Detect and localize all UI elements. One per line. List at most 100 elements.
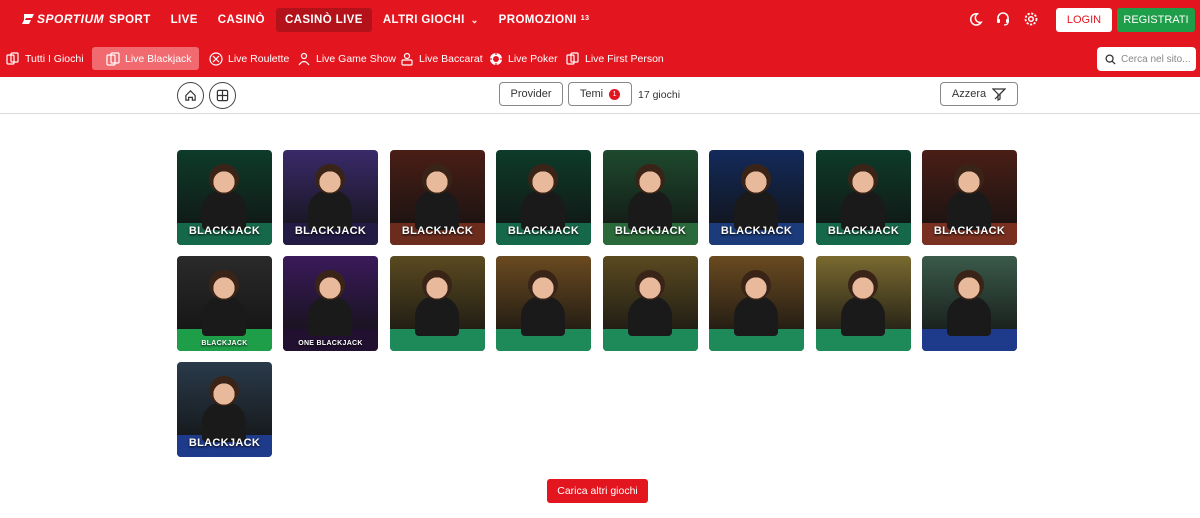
game-title: BLACKJACK [294,225,367,237]
game-tile[interactable] [390,256,485,351]
themes-filter-button[interactable]: Temi 1 [568,82,632,106]
game-tile[interactable] [709,256,804,351]
sportium-logo[interactable]: SPORTIUM [22,12,104,26]
game-tile[interactable]: BLACKJACK [177,150,272,245]
game-tile[interactable]: BLACKJACK [177,256,272,351]
game-title: ONE BLACKJACK [298,340,363,347]
dealer-body [308,190,352,230]
game-tile[interactable]: BLACKJACK [816,150,911,245]
nav-label: CASINÒ LIVE [284,14,363,26]
category-live-poker[interactable]: Live Poker [483,47,564,70]
grid-icon [216,89,229,102]
category-label: Tutti I Giochi [25,52,84,65]
top-icons [966,10,1040,28]
game-title: BLACKJACK [188,225,261,237]
game-tile[interactable]: BLACKJACK [177,362,272,457]
game-tile[interactable] [496,256,591,351]
nav-altri-giochi[interactable]: ALTRI GIOCHI ⌄ [374,8,488,32]
main-nav: SPORT LIVE CASINÒ CASINÒ LIVE ALTRI GIOC… [100,0,600,40]
nav-label: LIVE [170,14,198,26]
dealer-body [628,296,672,336]
category-live-blackjack[interactable]: Live Blackjack [92,47,199,70]
dealer-body [521,190,565,230]
settings-icon[interactable] [1022,10,1040,28]
game-tile[interactable] [816,256,911,351]
load-more-button[interactable]: Carica altri giochi [547,479,648,503]
dealer-avatar [635,164,665,194]
themes-count-badge: 1 [609,88,621,100]
nav-casino-live[interactable]: CASINÒ LIVE [275,8,372,32]
provider-filter-button[interactable]: Provider [499,82,563,106]
dealer-body [734,296,778,336]
dealer-avatar [848,270,878,300]
category-live-roulette[interactable]: Live Roulette [203,47,295,70]
dealer-body [841,296,885,336]
game-tile[interactable] [603,256,698,351]
game-tile[interactable]: ONE BLACKJACK [283,256,378,351]
dealer-body [521,296,565,336]
logo-text: SPORTIUM [37,12,105,26]
home-button[interactable] [177,82,204,109]
game-tile[interactable] [922,256,1017,351]
dealer-avatar [635,270,665,300]
category-label: Live Baccarat [419,52,483,65]
headset-icon[interactable] [994,10,1012,28]
dealer-body [202,402,246,442]
nav-casino[interactable]: CASINÒ [209,8,274,32]
dealer-avatar [209,164,239,194]
grid-view-button[interactable] [209,82,236,109]
nav-live[interactable]: LIVE [162,8,207,32]
game-tile[interactable]: BLACKJACK [390,150,485,245]
dealer-avatar [422,270,452,300]
category-tutti-i-giochi[interactable]: Tutti I Giochi [0,47,90,70]
dealer-avatar [315,270,345,300]
site-search[interactable] [1097,47,1196,71]
dealer-body [202,296,246,336]
category-live-game-show[interactable]: Live Game Show [291,47,402,70]
game-tile[interactable]: BLACKJACK [283,150,378,245]
dealer-avatar [741,164,771,194]
game-tile[interactable]: BLACKJACK [603,150,698,245]
dealer-avatar [954,164,984,194]
nav-label: PROMOZIONI [498,14,577,26]
dealer-body [308,296,352,336]
dealer-avatar [422,164,452,194]
game-tile[interactable]: BLACKJACK [922,150,1017,245]
category-label: Live First Person [585,52,664,65]
dealer-avatar [209,270,239,300]
nav-label: CASINÒ [217,14,265,26]
category-live-baccarat[interactable]: Live Baccarat [394,47,489,70]
register-button[interactable]: REGISTRATI [1117,8,1195,32]
game-tile[interactable]: BLACKJACK [709,150,804,245]
moon-icon[interactable] [966,10,984,28]
dealer-body [841,190,885,230]
game-title: BLACKJACK [188,437,261,449]
games-count: 17 giochi [638,89,681,101]
nav-sport[interactable]: SPORT [100,8,160,32]
category-live-first-person[interactable]: Live First Person [560,47,670,70]
cards-icon [6,51,19,65]
filter-bar: Provider Temi 1 17 giochi Azzera [0,77,1200,114]
dealer-avatar [315,164,345,194]
logo-mark-icon [22,14,34,24]
reset-filters-button[interactable]: Azzera [940,82,1018,106]
game-title: BLACKJACK [933,225,1006,237]
baccarat-icon [401,52,413,66]
dealer-body [628,190,672,230]
dealer-avatar [528,270,558,300]
search-icon [1105,53,1116,65]
game-title: BLACKJACK [401,225,474,237]
themes-label: Temi [579,88,604,100]
nav-label: ALTRI GIOCHI [382,14,465,26]
chevron-down-icon: ⌄ [470,14,479,25]
game-tile[interactable]: BLACKJACK [496,150,591,245]
game-title: BLACKJACK [614,225,687,237]
game-title: BLACKJACK [720,225,793,237]
reset-label: Azzera [951,88,987,100]
game-title: BLACKJACK [201,340,248,347]
search-input[interactable] [1121,53,1191,65]
login-button[interactable]: LOGIN [1056,8,1112,32]
nav-promozioni[interactable]: PROMOZIONI 13 [490,8,599,32]
category-label: Live Poker [508,52,558,65]
blackjack-icon [106,51,120,66]
